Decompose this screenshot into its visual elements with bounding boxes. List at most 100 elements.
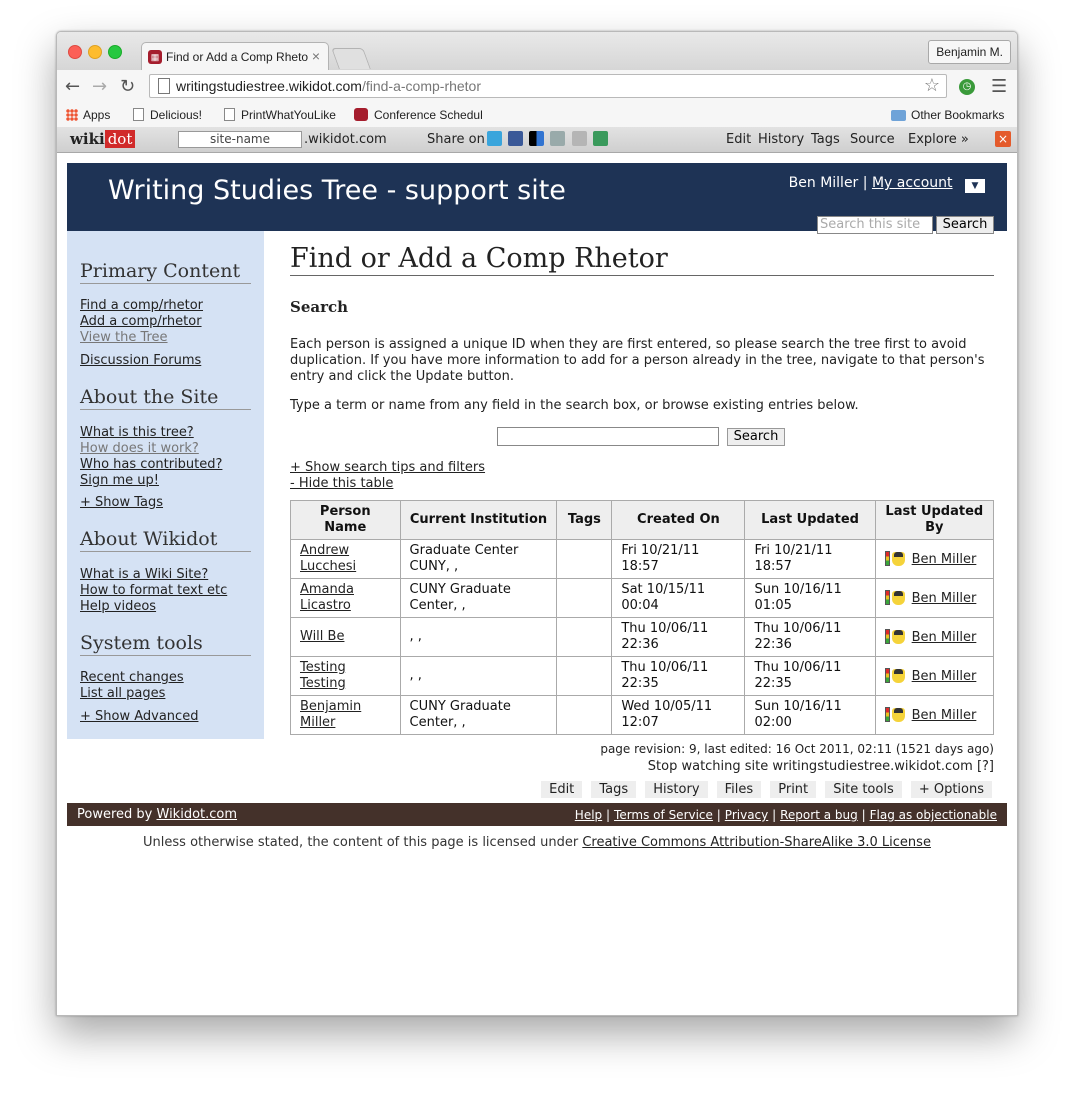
stop-watching-link[interactable]: Stop watching site writingstudiestree.wi… <box>648 759 973 774</box>
user-link[interactable]: Ben Miller <box>912 552 977 567</box>
user-avatar-icon[interactable] <box>891 707 905 722</box>
tags-button[interactable]: Tags <box>591 781 637 798</box>
delicious-icon[interactable] <box>529 131 545 146</box>
person-link[interactable]: Testing Testing <box>300 660 346 691</box>
col-last-updated[interactable]: Last Updated <box>744 500 876 540</box>
wd-history-link[interactable]: History <box>758 132 804 147</box>
user-link[interactable]: Ben Miller <box>912 708 977 723</box>
bookmark-apps[interactable]: Apps <box>66 108 110 122</box>
wikidot-logo[interactable]: wiki dot <box>70 130 136 148</box>
person-link[interactable]: Amanda Licastro <box>300 582 354 613</box>
address-bar[interactable]: writingstudiestree.wikidot.com/find-a-co… <box>149 74 947 98</box>
tab-bar: ▦ Find or Add a Comp Rhetor × Benjamin M… <box>57 32 1017 70</box>
sidebar-link-how-it-works[interactable]: How does it work? <box>80 441 199 456</box>
sidebar-link-contributors[interactable]: Who has contributed? <box>80 457 222 472</box>
sidebar-link-recent-changes[interactable]: Recent changes <box>80 670 184 685</box>
footer-flag-link[interactable]: Flag as objectionable <box>870 808 997 822</box>
stumbleupon-icon[interactable] <box>592 131 608 146</box>
col-created-on[interactable]: Created On <box>611 500 746 540</box>
wd-tags-link[interactable]: Tags <box>811 132 840 147</box>
extension-clock-icon[interactable]: ◷ <box>959 79 975 95</box>
search-button[interactable]: Search <box>727 428 785 446</box>
back-arrow-icon[interactable]: ← <box>65 76 80 97</box>
wd-edit-link[interactable]: Edit <box>726 132 751 147</box>
footer-help-link[interactable]: Help <box>575 808 602 822</box>
user-link[interactable]: Ben Miller <box>912 630 977 645</box>
wd-explore-link[interactable]: Explore » <box>908 132 969 147</box>
reddit-icon[interactable] <box>571 131 587 146</box>
edit-button[interactable]: Edit <box>541 781 583 798</box>
license-link[interactable]: Creative Commons Attribution-ShareAlike … <box>582 835 931 850</box>
col-person-name[interactable]: Person Name <box>290 500 401 540</box>
person-link[interactable]: Will Be <box>300 629 344 644</box>
user-avatar-icon[interactable] <box>891 668 905 683</box>
site-title[interactable]: Writing Studies Tree - support site <box>108 175 566 206</box>
bookmark-conference-schedule[interactable]: Conference Schedul <box>354 108 483 122</box>
site-name-input[interactable]: site-name <box>178 131 302 148</box>
digg-icon[interactable] <box>550 131 566 146</box>
wikidot-toolbar: wiki dot site-name .wikidot.com Share on … <box>57 127 1017 153</box>
cell-updated: Sun 10/16/11 02:00 <box>744 695 876 735</box>
show-search-tips-link[interactable]: + Show search tips and filters <box>290 460 485 475</box>
sidebar-show-advanced[interactable]: + Show Advanced <box>80 709 198 724</box>
my-account-link[interactable]: My account <box>872 175 953 191</box>
browser-tab[interactable]: ▦ Find or Add a Comp Rhetor × <box>141 42 329 70</box>
user-link[interactable]: Ben Miller <box>912 669 977 684</box>
history-button[interactable]: History <box>645 781 708 798</box>
twitter-icon[interactable] <box>487 131 502 146</box>
watching-help-link[interactable]: [?] <box>977 759 994 774</box>
hide-table-link[interactable]: - Hide this table <box>290 476 393 491</box>
col-current-institution[interactable]: Current Institution <box>399 500 558 540</box>
sidebar-link-format-text[interactable]: How to format text etc <box>80 583 227 598</box>
bookmark-delicious[interactable]: Delicious! <box>133 108 202 122</box>
sidebar-link-help-videos[interactable]: Help videos <box>80 599 156 614</box>
sidebar-link-forums[interactable]: Discussion Forums <box>80 353 201 368</box>
tab-close-icon[interactable]: × <box>312 48 320 64</box>
files-button[interactable]: Files <box>716 781 762 798</box>
bookmark-star-icon[interactable]: ☆ <box>924 74 940 96</box>
sidebar-link-what-is-tree[interactable]: What is this tree? <box>80 425 194 440</box>
site-tools-button[interactable]: Site tools <box>825 781 902 798</box>
wikidot-link[interactable]: Wikidot.com <box>157 807 238 822</box>
user-link[interactable]: Ben Miller <box>912 591 977 606</box>
wd-close-icon[interactable]: × <box>995 131 1011 147</box>
sidebar-link-view-tree[interactable]: View the Tree <box>80 330 168 345</box>
separator: | <box>862 175 868 191</box>
new-tab-button[interactable] <box>331 48 371 69</box>
cell-updated-by: Ben Miller <box>874 539 995 579</box>
sidebar-link-find[interactable]: Find a comp/rhetor <box>80 298 203 313</box>
bookmark-other[interactable]: Other Bookmarks <box>891 108 1004 122</box>
account-dropdown-icon[interactable]: ▼ <box>965 179 985 193</box>
bookmark-printwhatyoulike[interactable]: PrintWhatYouLike <box>224 108 336 122</box>
reload-icon[interactable]: ↻ <box>120 76 135 97</box>
sidebar-link-wiki-site[interactable]: What is a Wiki Site? <box>80 567 208 582</box>
minimize-window-button[interactable] <box>88 45 102 59</box>
facebook-icon[interactable] <box>508 131 524 146</box>
footer-report-bug-link[interactable]: Report a bug <box>780 808 858 822</box>
sidebar-link-sign-up[interactable]: Sign me up! <box>80 473 159 488</box>
sidebar-link-list-pages[interactable]: List all pages <box>80 686 165 701</box>
close-window-button[interactable] <box>68 45 82 59</box>
print-button[interactable]: Print <box>770 781 817 798</box>
user-avatar-icon[interactable] <box>891 590 905 605</box>
browser-window: ▦ Find or Add a Comp Rhetor × Benjamin M… <box>56 31 1018 1016</box>
user-avatar-icon[interactable] <box>891 629 905 644</box>
options-button[interactable]: + Options <box>910 781 992 798</box>
col-tags[interactable]: Tags <box>556 500 613 540</box>
user-avatar-icon[interactable] <box>891 551 905 566</box>
sidebar-link-add[interactable]: Add a comp/rhetor <box>80 314 202 329</box>
site-search-button[interactable]: Search <box>936 216 994 234</box>
footer-terms-link[interactable]: Terms of Service <box>614 808 713 822</box>
menu-icon[interactable]: ☰ <box>991 76 1007 97</box>
person-link[interactable]: Andrew Lucchesi <box>300 543 356 574</box>
footer-privacy-link[interactable]: Privacy <box>725 808 768 822</box>
maximize-window-button[interactable] <box>108 45 122 59</box>
wd-source-link[interactable]: Source <box>850 132 895 147</box>
profile-button[interactable]: Benjamin M. <box>928 40 1011 64</box>
col-last-updated-by[interactable]: Last Updated By <box>874 500 995 540</box>
search-input[interactable] <box>497 427 719 446</box>
sidebar-show-tags[interactable]: + Show Tags <box>80 495 163 510</box>
forward-arrow-icon[interactable]: → <box>92 76 107 97</box>
person-link[interactable]: Benjamin Miller <box>300 699 361 730</box>
site-search-input[interactable]: Search this site <box>817 216 933 234</box>
